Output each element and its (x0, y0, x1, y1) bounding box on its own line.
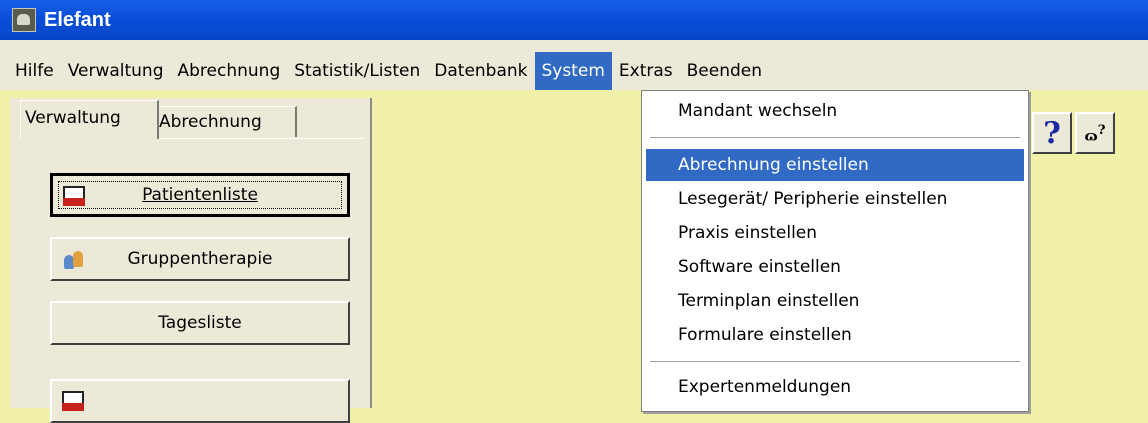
menu-item-praxis-einstellen[interactable]: Praxis einstellen (646, 217, 1024, 249)
menu-verwaltung[interactable]: Verwaltung (61, 52, 171, 90)
menu-separator (650, 137, 1020, 138)
help-button[interactable]: ? (1032, 112, 1072, 154)
menu-datenbank[interactable]: Datenbank (427, 52, 534, 90)
menu-item-label: Lesegerät/ Peripherie einstellen (678, 189, 948, 209)
menu-abrechnung[interactable]: Abrechnung (171, 52, 288, 90)
menu-item-label: Software einstellen (678, 257, 841, 277)
menu-bar-top-strip (0, 40, 1148, 52)
menu-item-label: Praxis einstellen (678, 223, 818, 243)
context-help-button[interactable]: ɷ? (1075, 112, 1115, 154)
menu-beenden[interactable]: Beenden (680, 52, 769, 90)
tagesliste-button[interactable]: Tagesliste (50, 301, 350, 345)
title-bar: Elefant (0, 0, 1148, 40)
patientenliste-label: Patientenliste (142, 185, 258, 205)
menu-item-mandant-wechseln[interactable]: Mandant wechseln (646, 95, 1024, 127)
menu-item-label: Abrechnung einstellen (678, 155, 869, 175)
menu-separator (650, 361, 1020, 362)
menu-bar: Hilfe Verwaltung Abrechnung Statistik/Li… (0, 40, 1148, 90)
gruppentherapie-button[interactable]: Gruppentherapie (50, 237, 350, 281)
question-mark-icon: ? (1043, 115, 1061, 151)
gruppentherapie-label: Gruppentherapie (127, 249, 273, 269)
menu-item-terminplan-einstellen[interactable]: Terminplan einstellen (646, 285, 1024, 317)
left-panel: Verwaltung Abrechnung Patientenliste Gru… (10, 98, 372, 423)
menu-item-label: Formulare einstellen (678, 325, 852, 345)
menu-item-label: Terminplan einstellen (678, 291, 860, 311)
menu-item-label: Expertenmeldungen (678, 377, 852, 397)
printer-icon (63, 186, 85, 206)
tab-abrechnung[interactable]: Abrechnung (154, 106, 297, 137)
tab-content: Patientenliste Gruppentherapie Tageslist… (20, 138, 364, 423)
book-question-mark: ? (1097, 121, 1106, 138)
menu-item-formulare-einstellen[interactable]: Formulare einstellen (646, 319, 1024, 351)
window-title: Elefant (44, 8, 111, 31)
menu-item-abrechnung-einstellen[interactable]: Abrechnung einstellen (646, 149, 1024, 181)
fourth-button[interactable] (50, 379, 350, 423)
system-dropdown-menu: Mandant wechseln Abrechnung einstellen L… (641, 90, 1029, 412)
group-people-icon (62, 249, 84, 269)
tagesliste-label: Tagesliste (158, 313, 242, 333)
menu-item-lesegeraet-peripherie[interactable]: Lesegerät/ Peripherie einstellen (646, 183, 1024, 215)
printer-icon (62, 391, 84, 411)
menu-item-expertenmeldungen[interactable]: Expertenmeldungen (646, 371, 1024, 403)
menu-item-label: Mandant wechseln (678, 101, 838, 121)
menu-statistik-listen[interactable]: Statistik/Listen (287, 52, 427, 90)
menu-hilfe[interactable]: Hilfe (8, 52, 61, 90)
menu-system[interactable]: System (534, 52, 612, 90)
book-question-icon: ɷ? (1084, 121, 1106, 145)
tab-verwaltung[interactable]: Verwaltung (20, 100, 159, 139)
elephant-app-icon[interactable] (12, 8, 36, 32)
patientenliste-button[interactable]: Patientenliste (50, 173, 350, 217)
menu-extras[interactable]: Extras (612, 52, 680, 90)
menu-item-software-einstellen[interactable]: Software einstellen (646, 251, 1024, 283)
